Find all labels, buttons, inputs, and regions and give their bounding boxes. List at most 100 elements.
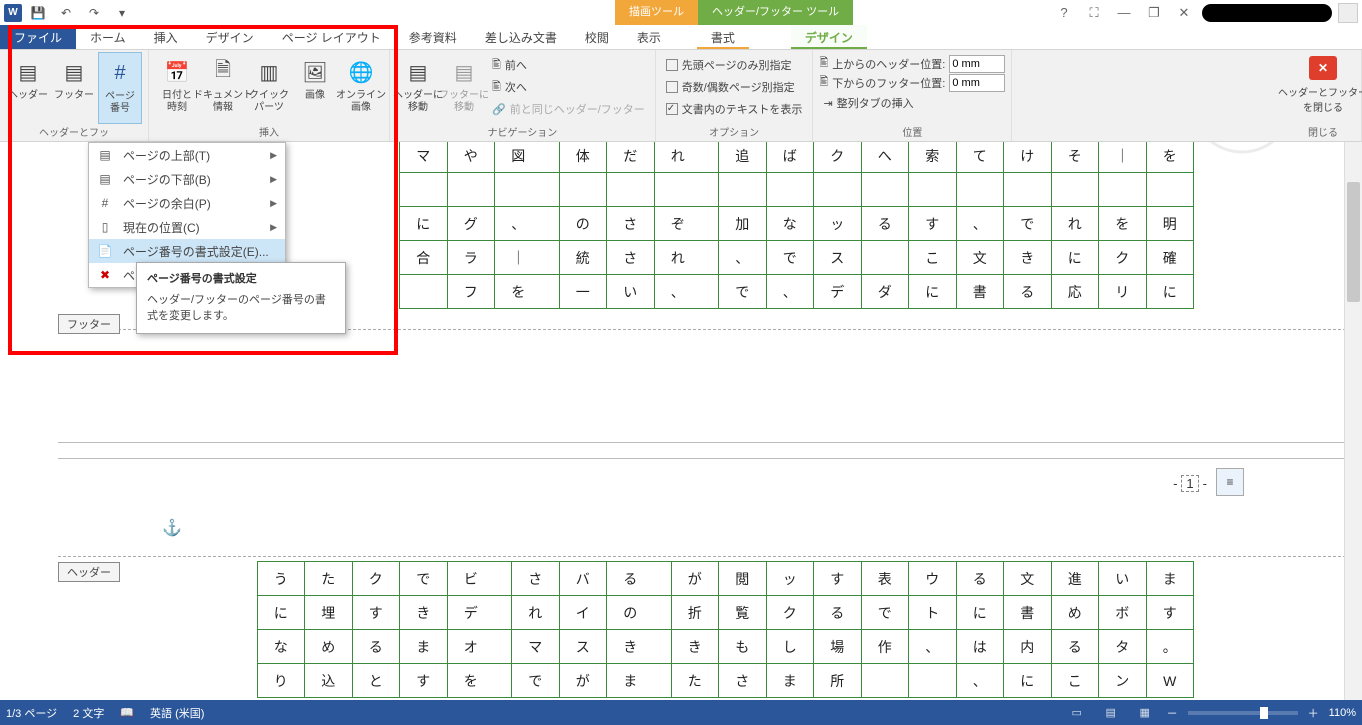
genkou-cell	[701, 206, 719, 241]
minimize-button[interactable]: —	[1112, 3, 1136, 23]
zoom-level[interactable]: 110%	[1329, 707, 1356, 719]
status-page[interactable]: 1/3 ページ	[6, 705, 57, 721]
genkou-cell: イ	[559, 595, 608, 630]
tab-insert[interactable]: 挿入	[140, 25, 192, 49]
quickparts-button[interactable]: ▥クイック パーツ	[247, 52, 291, 124]
layout-options-icon[interactable]: ≡	[1216, 468, 1244, 496]
status-proofing-icon[interactable]: 📖	[120, 706, 134, 719]
tab-references[interactable]: 参考資料	[395, 25, 471, 49]
zoom-slider[interactable]	[1188, 711, 1298, 715]
opt-first-page[interactable]: 先頭ページのみ別指定	[662, 54, 807, 76]
menu-page-bottom[interactable]: ▤ページの下部(B)▶	[89, 167, 285, 191]
redo-button[interactable]: ↷	[82, 3, 106, 23]
genkou-cell: デ	[447, 595, 496, 630]
docinfo-button[interactable]: 🗎ドキュメント 情報	[201, 52, 245, 124]
genkou-cell: に	[1003, 663, 1052, 698]
genkou-cell: ダ	[861, 274, 910, 309]
save-button[interactable]: 💾	[26, 3, 50, 23]
ribbon: ▤ヘッダー ▤フッター #ページ 番号 ヘッダーとフッ 📅日付と 時刻 🗎ドキュ…	[0, 50, 1362, 142]
undo-button[interactable]: ↶	[54, 3, 78, 23]
genkou-cell	[861, 172, 910, 207]
menu-current-position[interactable]: ▯現在の位置(C)▶	[89, 215, 285, 239]
tab-page-layout[interactable]: ページ レイアウト	[268, 25, 395, 49]
qat-customize[interactable]: ▾	[110, 3, 134, 23]
genkou-cell	[701, 274, 719, 309]
footer-button[interactable]: ▤フッター	[52, 52, 96, 124]
tab-format[interactable]: 書式	[697, 25, 749, 49]
status-words[interactable]: 2 文字	[73, 705, 104, 721]
drawing-tools-contextual: 描画ツール	[615, 0, 698, 25]
genkou-cell: さ	[718, 663, 767, 698]
tab-hf-design[interactable]: デザイン	[791, 25, 867, 49]
genkou-cell: の	[606, 595, 655, 630]
genkou-cell: 場	[813, 629, 862, 664]
tab-home[interactable]: ホーム	[76, 25, 140, 49]
genkou-cell: 所	[813, 663, 862, 698]
genkou-cell: で	[718, 274, 767, 309]
genkou-cell: す	[1146, 595, 1195, 630]
genkou-cell	[1003, 172, 1052, 207]
menu-format-page-numbers[interactable]: 📄ページ番号の書式設定(E)...	[89, 239, 285, 263]
group-close: 閉じる	[1291, 124, 1355, 141]
genkou-cell: ｜	[1098, 142, 1147, 173]
genkou-cell: ま	[766, 663, 815, 698]
tab-design[interactable]: デザイン	[192, 25, 268, 49]
status-language[interactable]: 英語 (米国)	[150, 705, 204, 721]
tab-review[interactable]: 校閲	[571, 25, 623, 49]
tab-view[interactable]: 表示	[623, 25, 675, 49]
menu-page-top[interactable]: ▤ページの上部(T)▶	[89, 143, 285, 167]
view-web-layout[interactable]: ▦	[1133, 704, 1157, 722]
genkou-cell: ス	[813, 240, 862, 275]
tab-file[interactable]: ファイル	[0, 25, 76, 49]
view-print-layout[interactable]: ▤	[1099, 704, 1123, 722]
word-icon: W	[4, 4, 22, 22]
header-from-top[interactable]: 🖺 上からのヘッダー位置:	[819, 54, 1005, 73]
tab-mailings[interactable]: 差し込み文書	[471, 25, 571, 49]
zoom-out[interactable]: －	[1167, 705, 1178, 721]
page-number-field[interactable]: - 1 -	[1173, 475, 1207, 492]
genkou-cell: い	[1098, 561, 1147, 596]
close-window-button[interactable]: ✕	[1172, 3, 1196, 23]
genkou-cell	[542, 274, 560, 309]
genkou-cell	[908, 663, 957, 698]
genkou-cell: が	[559, 663, 608, 698]
menu-page-margin[interactable]: #ページの余白(P)▶	[89, 191, 285, 215]
footer-from-bottom[interactable]: 🖺 下からのフッター位置:	[819, 73, 1005, 92]
picture-button[interactable]: 🖼画像	[293, 52, 337, 124]
next-section-button[interactable]: 🖺 次へ	[488, 76, 649, 98]
genkou-cell: デ	[813, 274, 862, 309]
genkou-cell: バ	[559, 561, 608, 596]
header-button[interactable]: ▤ヘッダー	[6, 52, 50, 124]
user-account[interactable]	[1202, 4, 1332, 22]
tooltip-format-page-numbers: ページ番号の書式設定 ヘッダー/フッターのページ番号の書式を変更します。	[136, 262, 346, 334]
genkou-cell: ま	[1146, 561, 1195, 596]
user-avatar[interactable]	[1338, 3, 1358, 23]
previous-section-button[interactable]: 🖺 前へ	[488, 54, 649, 76]
vertical-scrollbar[interactable]	[1344, 142, 1362, 700]
genkou-cell: 索	[908, 142, 957, 173]
align-tab-button[interactable]: ⇥ 整列タブの挿入	[819, 92, 1005, 114]
genkou-cell: な	[257, 629, 306, 664]
genkou-cell: け	[1003, 142, 1052, 173]
page-number-button[interactable]: #ページ 番号	[98, 52, 142, 124]
genkou-cell: で	[766, 240, 815, 275]
close-headerfooter-button[interactable]: ✕ ヘッダーとフッター を閉じる	[1291, 52, 1355, 114]
zoom-in[interactable]: ＋	[1308, 705, 1319, 721]
help-button[interactable]: ?	[1052, 3, 1076, 23]
online-picture-button[interactable]: 🌐オンライン 画像	[339, 52, 383, 124]
genkou-cell	[908, 172, 957, 207]
genkou-cell: 、	[956, 206, 1005, 241]
opt-odd-even[interactable]: 奇数/偶数ページ別指定	[662, 76, 807, 98]
genkou-cell: で	[1003, 206, 1052, 241]
genkou-cell	[718, 172, 767, 207]
genkou-cell: 込	[304, 663, 353, 698]
ribbon-display-options[interactable]: ⛶	[1082, 3, 1106, 23]
genkou-cell: を	[494, 274, 543, 309]
restore-button[interactable]: ❐	[1142, 3, 1166, 23]
opt-show-text[interactable]: 文書内のテキストを表示	[662, 98, 807, 120]
genkou-cell: こ	[908, 240, 957, 275]
genkou-cell	[1098, 172, 1147, 207]
view-read-mode[interactable]: ▭	[1065, 704, 1089, 722]
genkou-cell	[861, 240, 910, 275]
goto-header-button[interactable]: ▤ヘッダーに 移動	[396, 52, 440, 124]
